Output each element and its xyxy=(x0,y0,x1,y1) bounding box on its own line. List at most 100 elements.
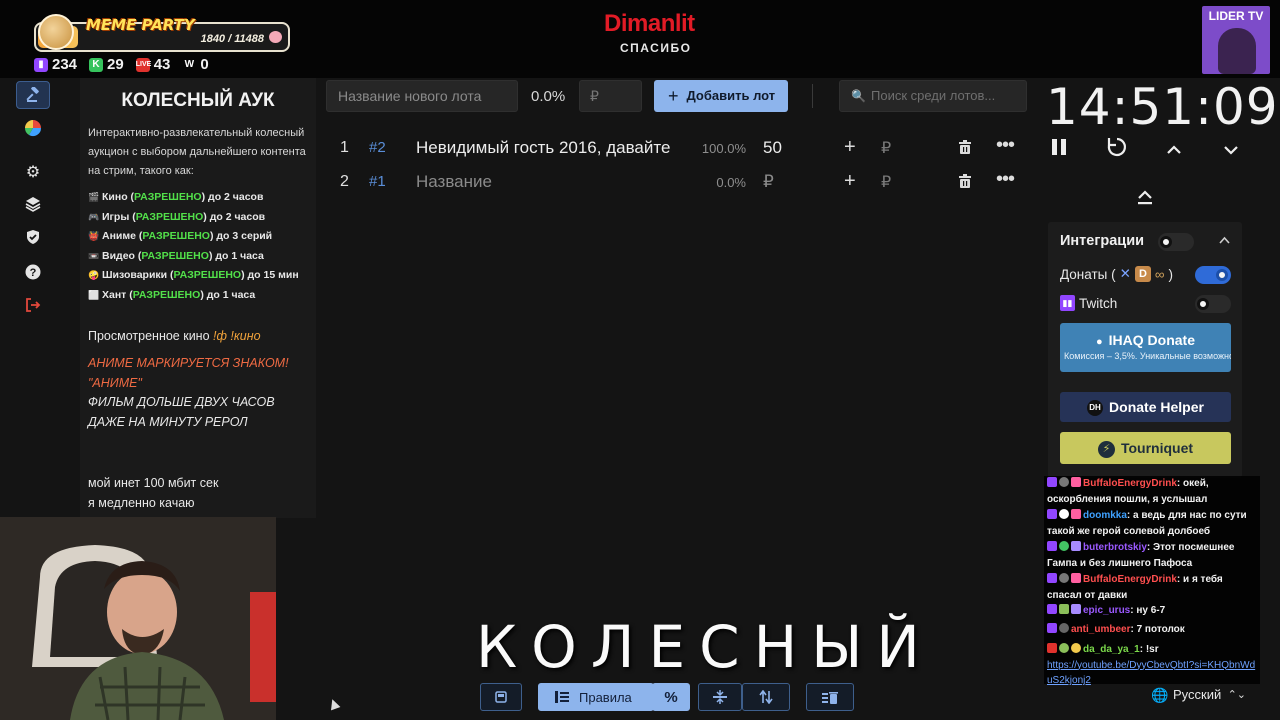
lot-amount[interactable]: ₽ xyxy=(763,172,774,192)
svg-text:?: ? xyxy=(30,267,37,279)
channel-logo: Dimanlit xyxy=(604,10,695,37)
split-icon[interactable] xyxy=(698,683,742,711)
more-icon[interactable]: ••• xyxy=(996,168,1015,191)
lot-amount[interactable]: 50 xyxy=(763,138,782,158)
list-icon xyxy=(555,691,569,703)
rule-item: 🎮 Игры (РАЗРЕШЕНО) до 2 часов xyxy=(88,208,312,228)
lot-search-input[interactable]: 🔍 Поиск среди лотов... xyxy=(839,80,1027,112)
lot-name[interactable]: Название xyxy=(416,172,676,192)
help-icon[interactable]: ? xyxy=(16,258,50,286)
badge-icon xyxy=(1059,604,1069,614)
badge-icon xyxy=(1059,573,1069,583)
new-lot-name-input[interactable]: Название нового лота xyxy=(326,80,518,112)
gamepad-icon: 🎮 xyxy=(88,211,100,222)
chat-username: epic_urus xyxy=(1083,605,1131,616)
logout-icon[interactable] xyxy=(16,291,50,319)
meme-progress-text: 1840 / 11488 xyxy=(200,33,264,45)
shield-icon[interactable] xyxy=(16,223,50,251)
lider-tv-badge: LIDER TV xyxy=(1202,6,1270,74)
add-lot-button[interactable]: + Добавить лот xyxy=(654,80,788,112)
crazy-face-icon: 🤪 xyxy=(88,270,100,280)
rule-allowed: РАЗРЕШЕНО xyxy=(135,210,204,223)
donations-toggle[interactable] xyxy=(1195,266,1231,284)
lot-name[interactable]: Невидимый гость 2016, давайте посмотрим xyxy=(416,138,676,158)
clear-list-icon[interactable] xyxy=(806,683,854,711)
globe-icon: 🌐 xyxy=(1151,687,1169,703)
layers-icon[interactable] xyxy=(16,190,50,218)
twitch-icon xyxy=(1047,541,1057,551)
ihaq-donate-label: ● IHAQ Donate xyxy=(1060,332,1231,348)
lider-avatar xyxy=(1218,28,1256,74)
rule-limit: ) до 1 часа xyxy=(200,288,256,301)
percent-icon[interactable]: % xyxy=(652,683,690,711)
donate-helper-button[interactable]: DH Donate Helper xyxy=(1060,392,1231,422)
rule-limit: ) до 2 часов xyxy=(203,210,266,223)
lot-extra-amount-input[interactable]: ₽ xyxy=(881,172,891,192)
inet-line-2: я медленно качаю xyxy=(88,495,195,510)
chevron-up-icon[interactable] xyxy=(1166,138,1182,164)
rule-item: 📼 Видео (РАЗРЕШЕНО) до 1 часа xyxy=(88,247,312,267)
sort-icon[interactable] xyxy=(742,683,790,711)
updown-icon: ⌃⌄ xyxy=(1227,689,1246,701)
language-select[interactable]: 🌐 Русский ⌃⌄ xyxy=(1142,680,1258,710)
auction-timer: 14:51:09 xyxy=(1046,78,1279,136)
kick-icon: K xyxy=(89,57,104,72)
stat-vk-live: LIVE 43 xyxy=(135,56,171,73)
stat-twitch: ▮ 234 xyxy=(34,56,77,73)
more-icon[interactable]: ••• xyxy=(996,134,1015,157)
save-icon[interactable] xyxy=(480,683,522,711)
sidebar: ⚙ ? xyxy=(14,78,52,328)
rules-anime-note: АНИМЕ МАРКИРУЕТСЯ ЗНАКОМ! "АНИМЕ" xyxy=(88,356,289,390)
stat-w: W0 xyxy=(182,56,209,73)
pause-icon[interactable] xyxy=(1050,137,1068,163)
wheel-caption: КОЛЕСНЫЙ xyxy=(476,613,934,681)
meme-party-title: MEME PARTY xyxy=(86,16,195,34)
emoji-badge-icon xyxy=(1071,643,1081,653)
doge-icon xyxy=(38,14,74,50)
twitch-icon: ▮ xyxy=(34,57,48,72)
rules-description: Интерактивно-развлекательный колесный ау… xyxy=(88,127,306,177)
ihaq-donate-button[interactable]: ● IHAQ Donate Комиссия – 3,5%. Уникальные… xyxy=(1060,323,1231,372)
lot-row: 1 #2 Невидимый гость 2016, давайте посмо… xyxy=(326,132,1026,164)
twitch-icon: ▮▮ xyxy=(1060,295,1075,311)
rule-allowed: РАЗРЕШЕНО xyxy=(142,230,210,242)
sub-badge-icon xyxy=(1071,477,1081,487)
rules-label: Правила xyxy=(579,689,632,705)
integrations-panel: Интеграции Донаты ( ✕ D ∞ ) ▮▮ Twitch ● I… xyxy=(1048,222,1242,478)
rules-toggle-button[interactable]: Правила xyxy=(538,683,654,711)
lot-extra-amount-input[interactable]: ₽ xyxy=(881,138,891,158)
add-amount-button[interactable]: + xyxy=(844,136,856,159)
trash-icon[interactable] xyxy=(958,139,972,155)
webcam-image xyxy=(0,517,276,720)
chat-text: 7 потолок xyxy=(1136,624,1185,635)
wheel-chart-icon[interactable] xyxy=(16,114,50,142)
rules-panel: КОЛЕСНЫЙ АУК Интерактивно-развлекательны… xyxy=(80,78,316,518)
lot-id: #2 xyxy=(369,139,386,156)
tourniquet-button[interactable]: ⚡ Tourniquet xyxy=(1060,432,1231,464)
infinity-icon: ∞ xyxy=(1154,266,1165,282)
tourniquet-icon: ⚡ xyxy=(1097,440,1115,458)
twitch-toggle[interactable] xyxy=(1195,295,1231,313)
chat-username: BuffaloEnergyDrink xyxy=(1083,478,1177,489)
gear-icon[interactable]: ⚙ xyxy=(16,158,50,186)
donatepay-icon: D xyxy=(1134,266,1151,282)
webcam-feed xyxy=(0,517,276,720)
rule-item: 👹 Аниме (РАЗРЕШЕНО) до 3 серий xyxy=(88,227,312,247)
new-lot-amount-input[interactable]: ₽ xyxy=(579,80,642,112)
restart-icon[interactable] xyxy=(1106,136,1128,164)
trash-icon[interactable] xyxy=(958,173,972,189)
square-icon: ⬜ xyxy=(88,289,100,300)
integrations-master-toggle[interactable] xyxy=(1158,233,1194,251)
twitch-icon xyxy=(1047,604,1057,614)
meme-party-progress: MEME PARTY 1840 / 11488 xyxy=(34,14,290,52)
auction-hammer-icon[interactable] xyxy=(16,81,50,109)
chat-message: doomkka: а ведь для нас по сути такой же… xyxy=(1047,509,1247,537)
rule-limit: ) до 1 часа xyxy=(208,249,264,262)
toggle-knob xyxy=(1216,269,1228,281)
donations-text: Донаты ( xyxy=(1060,266,1116,282)
chevron-up-icon[interactable] xyxy=(1219,233,1230,247)
collapse-icon[interactable] xyxy=(1137,188,1153,211)
chevron-down-icon[interactable] xyxy=(1223,138,1239,164)
add-amount-button[interactable]: + xyxy=(844,170,856,193)
badge-icon xyxy=(1059,541,1069,551)
